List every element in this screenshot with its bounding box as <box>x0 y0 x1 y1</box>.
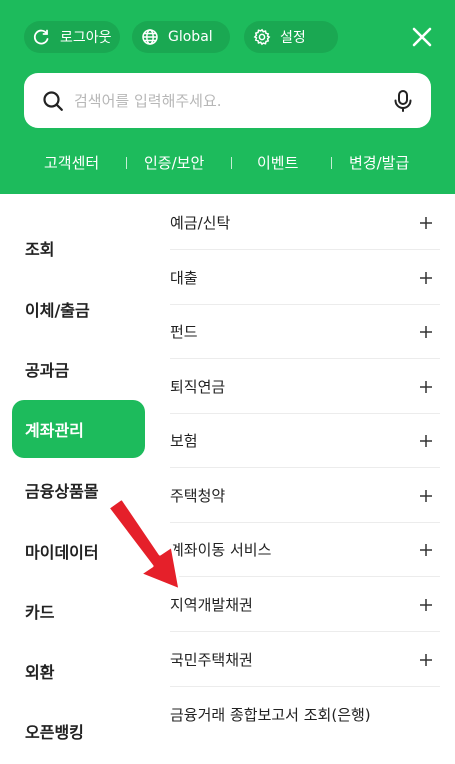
submenu-label: 예금/신탁 <box>170 214 231 232</box>
submenu-item[interactable]: 계좌이동 서비스 <box>170 523 440 577</box>
quick-link-customer-center[interactable]: 고객센터 <box>44 152 99 173</box>
quick-link-change-issue[interactable]: 변경/발급 <box>349 152 409 173</box>
submenu-item[interactable]: 퇴직연금 <box>170 360 440 414</box>
plus-icon[interactable] <box>414 543 438 557</box>
category-account-management[interactable]: 계좌관리 <box>12 400 145 458</box>
submenu-label: 주택청약 <box>170 487 226 505</box>
plus-icon[interactable] <box>414 271 438 285</box>
quick-link-events[interactable]: 이벤트 <box>257 152 298 173</box>
submenu-item[interactable]: 보험 <box>170 414 440 468</box>
submenu-label: 대출 <box>170 269 198 287</box>
globe-icon <box>140 27 160 47</box>
submenu-item[interactable]: 국민주택채권 <box>170 633 440 687</box>
submenu-item[interactable]: 금융거래 종합보고서 조회(은행) <box>170 687 440 741</box>
plus-icon[interactable] <box>414 380 438 394</box>
category-utility-bills[interactable]: 공과금 <box>12 340 145 398</box>
plus-icon[interactable] <box>414 325 438 339</box>
divider <box>231 157 232 169</box>
header-bar: 로그아웃 Global 설정 검색어를 입력해주세요. 고객센터 인증/보안 이… <box>0 0 455 194</box>
submenu-item[interactable]: 주택청약 <box>170 469 440 523</box>
plus-icon[interactable] <box>414 434 438 448</box>
plus-icon[interactable] <box>414 216 438 230</box>
logout-icon <box>32 27 52 47</box>
settings-label: 설정 <box>280 30 306 46</box>
divider <box>126 157 127 169</box>
category-sidebar: 조회 이체/출금 공과금 계좌관리 금융상품몰 마이데이터 카드 외환 오픈뱅킹 <box>0 194 160 764</box>
category-open-banking[interactable]: 오픈뱅킹 <box>12 702 145 760</box>
category-card[interactable]: 카드 <box>12 582 145 640</box>
category-inquiry[interactable]: 조회 <box>12 219 145 277</box>
search-input[interactable] <box>74 91 393 110</box>
submenu-label: 지역개발채권 <box>170 596 253 614</box>
global-label: Global <box>168 29 213 45</box>
close-button[interactable] <box>408 23 436 51</box>
category-foreign-exchange[interactable]: 외환 <box>12 642 145 700</box>
category-financial-products[interactable]: 금융상품몰 <box>12 461 145 519</box>
divider <box>331 157 332 169</box>
submenu-item[interactable]: 대출 <box>170 251 440 305</box>
submenu-label: 국민주택채권 <box>170 651 253 669</box>
quick-link-auth-security[interactable]: 인증/보안 <box>144 152 204 173</box>
gear-icon <box>252 27 272 47</box>
close-icon <box>412 27 432 47</box>
settings-button[interactable]: 설정 <box>244 21 338 53</box>
microphone-icon[interactable] <box>393 89 413 113</box>
quick-links: 고객센터 인증/보안 이벤트 변경/발급 <box>0 150 455 176</box>
submenu-item[interactable]: 펀드 <box>170 305 440 359</box>
submenu-label: 보험 <box>170 432 198 450</box>
search-bar[interactable] <box>24 73 431 128</box>
submenu-item[interactable]: 예금/신탁 <box>170 196 440 250</box>
category-transfer[interactable]: 이체/출금 <box>12 280 145 338</box>
global-button[interactable]: Global <box>132 21 230 53</box>
submenu-label: 펀드 <box>170 323 198 341</box>
logout-button[interactable]: 로그아웃 <box>24 21 120 53</box>
submenu-label: 금융거래 종합보고서 조회(은행) <box>170 705 371 724</box>
search-icon <box>43 90 63 111</box>
plus-icon[interactable] <box>414 598 438 612</box>
submenu-label: 계좌이동 서비스 <box>170 541 272 559</box>
category-mydata[interactable]: 마이데이터 <box>12 522 145 580</box>
logout-label: 로그아웃 <box>60 30 112 46</box>
plus-icon[interactable] <box>414 489 438 503</box>
submenu-label: 퇴직연금 <box>170 378 226 396</box>
plus-icon[interactable] <box>414 653 438 667</box>
submenu-item-regional-development-bond[interactable]: 지역개발채권 <box>170 578 440 632</box>
